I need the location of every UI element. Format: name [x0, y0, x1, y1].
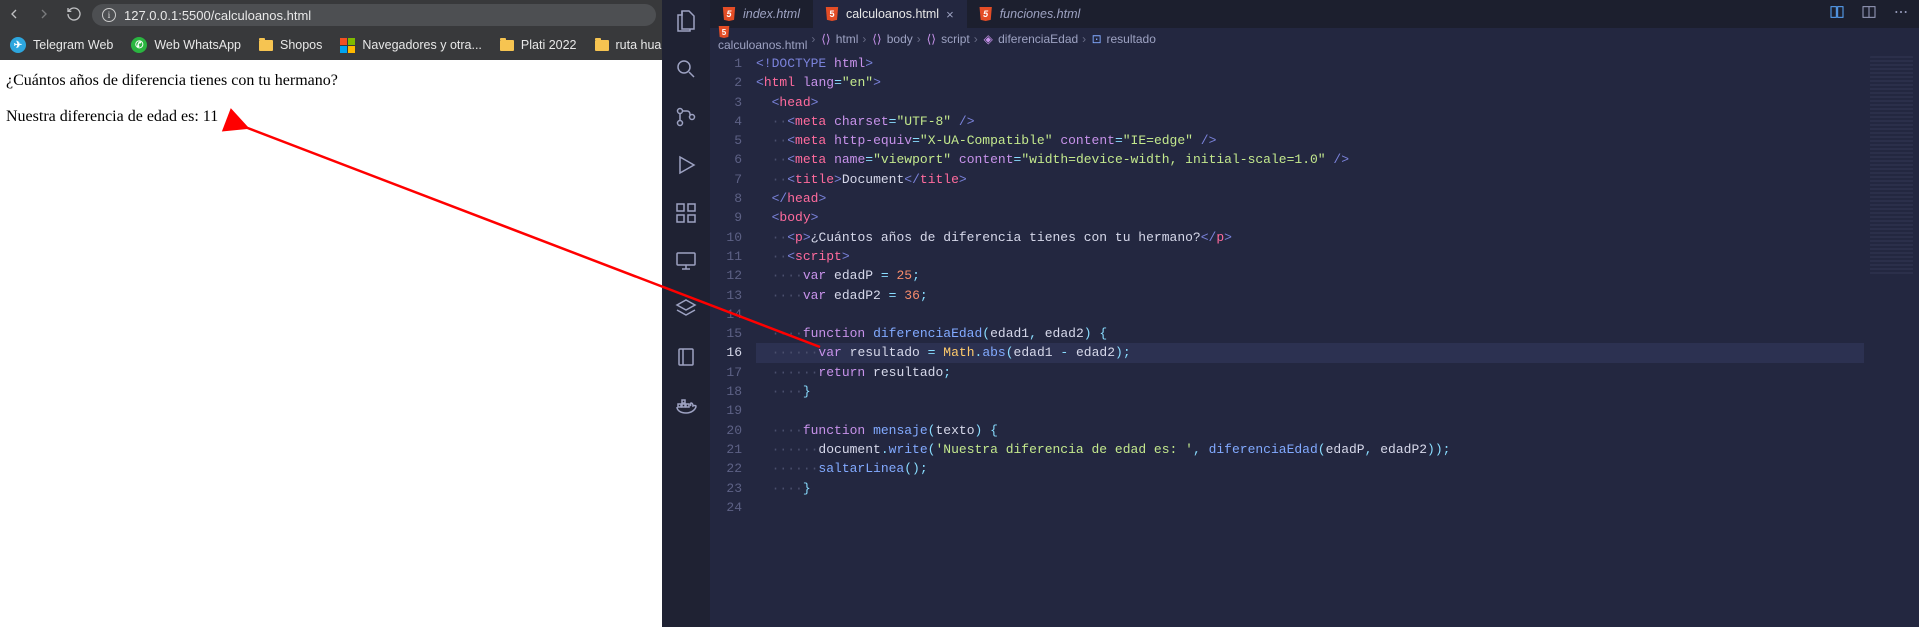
extensions-icon[interactable] [673, 200, 699, 226]
bookmark-label: Web WhatsApp [154, 38, 241, 52]
code-content[interactable]: <!DOCTYPE html><html lang="en"> <head> ·… [756, 50, 1864, 627]
files-icon[interactable] [673, 8, 699, 34]
editor-area: 5 index.html 5 calculoanos.html × 5 funciones.… [710, 0, 1919, 627]
docker-icon[interactable] [673, 392, 699, 418]
browser-toolbar: i 127.0.0.1:5500/calculoanos.html [0, 0, 662, 30]
code-line[interactable]: </head> [756, 189, 1864, 208]
code-line[interactable]: ····} [756, 479, 1864, 498]
bookmark-item[interactable]: Navegadores y otra... [340, 38, 482, 53]
breadcrumb-segment[interactable]: ◈ diferenciaEdad [982, 32, 1078, 46]
tab-strip: 5 index.html 5 calculoanos.html × 5 funciones.… [710, 0, 1919, 28]
code-line[interactable]: ····function diferenciaEdad(edad1, edad2… [756, 324, 1864, 343]
bookmark-label: ruta hua [616, 38, 662, 52]
telegram-icon: ✈ [10, 37, 26, 53]
code-line[interactable]: ····var edadP = 25; [756, 266, 1864, 285]
more-icon[interactable] [1893, 4, 1909, 25]
site-info-icon[interactable]: i [102, 8, 116, 22]
title-actions [1819, 0, 1919, 28]
split-icon[interactable] [1861, 4, 1877, 25]
breadcrumb-segment[interactable]: ⟨⟩ body [870, 32, 912, 46]
close-icon[interactable]: × [946, 7, 954, 22]
bookmark-item[interactable]: ✆ Web WhatsApp [131, 37, 241, 53]
variable-icon: ⊡ [1090, 33, 1103, 46]
rendered-page: ¿Cuántos años de diferencia tienes con t… [0, 60, 662, 627]
back-icon[interactable] [6, 6, 22, 25]
html5-icon: 5 [825, 7, 839, 21]
breadcrumbs[interactable]: 5 calculoanos.html›⟨⟩ html›⟨⟩ body›⟨⟩ sc… [710, 28, 1919, 50]
code-line[interactable] [756, 401, 1864, 420]
folder-icon [500, 40, 514, 51]
page-question: ¿Cuántos años de diferencia tienes con t… [6, 72, 656, 90]
breadcrumb-segment[interactable]: ⟨⟩ html [819, 32, 858, 46]
source-control-icon[interactable] [673, 104, 699, 130]
code-line[interactable]: ······saltarLinea(); [756, 459, 1864, 478]
browser-window: i 127.0.0.1:5500/calculoanos.html ✈ Teleg… [0, 0, 662, 627]
bookmark-label: Plati 2022 [521, 38, 577, 52]
tab-label: funciones.html [1000, 7, 1081, 21]
breadcrumb-segment[interactable]: ⟨⟩ script [925, 32, 970, 46]
html5-icon: 5 [722, 7, 736, 21]
activity-bar [662, 0, 710, 627]
run-debug-icon[interactable] [673, 152, 699, 178]
code-line[interactable]: ······document.write('Nuestra diferencia… [756, 440, 1864, 459]
code-line[interactable]: ··<script> [756, 247, 1864, 266]
url-text: 127.0.0.1:5500/calculoanos.html [124, 8, 311, 23]
brackets-icon: ⟨⟩ [819, 33, 832, 46]
compare-icon[interactable] [1829, 4, 1845, 25]
brackets-icon: ⟨⟩ [870, 33, 883, 46]
code-editor[interactable]: 123456789101112131415161718192021222324 … [710, 50, 1919, 627]
forward-icon[interactable] [36, 6, 52, 25]
whatsapp-icon: ✆ [131, 37, 147, 53]
code-line[interactable]: ··<p>¿Cuántos años de diferencia tienes … [756, 228, 1864, 247]
tab-label: calculoanos.html [846, 7, 939, 21]
tab-label: index.html [743, 7, 800, 21]
folder-icon [595, 40, 609, 51]
editor-tab[interactable]: 5 index.html [710, 0, 813, 28]
page-result: Nuestra diferencia de edad es: 11 [6, 108, 656, 126]
code-line[interactable]: ····var edadP2 = 36; [756, 286, 1864, 305]
bookmark-item[interactable]: Shopos [259, 38, 322, 52]
code-line[interactable]: <!DOCTYPE html> [756, 54, 1864, 73]
bookmark-item[interactable]: Plati 2022 [500, 38, 577, 52]
search-icon[interactable] [673, 56, 699, 82]
code-line[interactable]: ··<meta name="viewport" content="width=d… [756, 150, 1864, 169]
code-line[interactable]: ··<meta http-equiv="X-UA-Compatible" con… [756, 131, 1864, 150]
cube-icon: ◈ [982, 33, 995, 46]
address-bar[interactable]: i 127.0.0.1:5500/calculoanos.html [92, 4, 656, 26]
breadcrumb-segment[interactable]: ⊡ resultado [1090, 32, 1156, 46]
code-line[interactable]: ······return resultado; [756, 363, 1864, 382]
microsoft-icon [340, 38, 355, 53]
bookmarks-bar: ✈ Telegram Web ✆ Web WhatsApp Shopos Navegado… [0, 30, 662, 60]
remote-icon[interactable] [673, 248, 699, 274]
book-icon[interactable] [673, 344, 699, 370]
code-line[interactable]: <body> [756, 208, 1864, 227]
vscode-window: 5 index.html 5 calculoanos.html × 5 funciones.… [662, 0, 1919, 627]
bookmark-item[interactable]: ruta hua [595, 38, 662, 52]
code-line[interactable] [756, 305, 1864, 324]
folder-icon [259, 40, 273, 51]
editor-tab[interactable]: 5 calculoanos.html × [813, 0, 967, 28]
html5-icon: 5 [979, 7, 993, 21]
html5-icon: 5 [718, 26, 730, 38]
line-gutter: 123456789101112131415161718192021222324 [710, 50, 756, 627]
breadcrumb-segment[interactable]: 5 calculoanos.html [718, 26, 807, 52]
bookmark-label: Telegram Web [33, 38, 113, 52]
code-line[interactable]: ····} [756, 382, 1864, 401]
code-line[interactable]: ··<meta charset="UTF-8" /> [756, 112, 1864, 131]
editor-tab[interactable]: 5 funciones.html [967, 0, 1094, 28]
layers-icon[interactable] [673, 296, 699, 322]
code-line[interactable]: ····function mensaje(texto) { [756, 421, 1864, 440]
code-line[interactable]: <html lang="en"> [756, 73, 1864, 92]
reload-icon[interactable] [66, 6, 82, 25]
code-line[interactable]: <head> [756, 93, 1864, 112]
brackets-icon: ⟨⟩ [925, 33, 938, 46]
code-line[interactable]: ······var resultado = Math.abs(edad1 - e… [756, 343, 1864, 362]
bookmark-label: Navegadores y otra... [362, 38, 482, 52]
code-line[interactable] [756, 498, 1864, 517]
bookmark-label: Shopos [280, 38, 322, 52]
code-line[interactable]: ··<title>Document</title> [756, 170, 1864, 189]
minimap[interactable] [1864, 50, 1919, 627]
bookmark-item[interactable]: ✈ Telegram Web [10, 37, 113, 53]
